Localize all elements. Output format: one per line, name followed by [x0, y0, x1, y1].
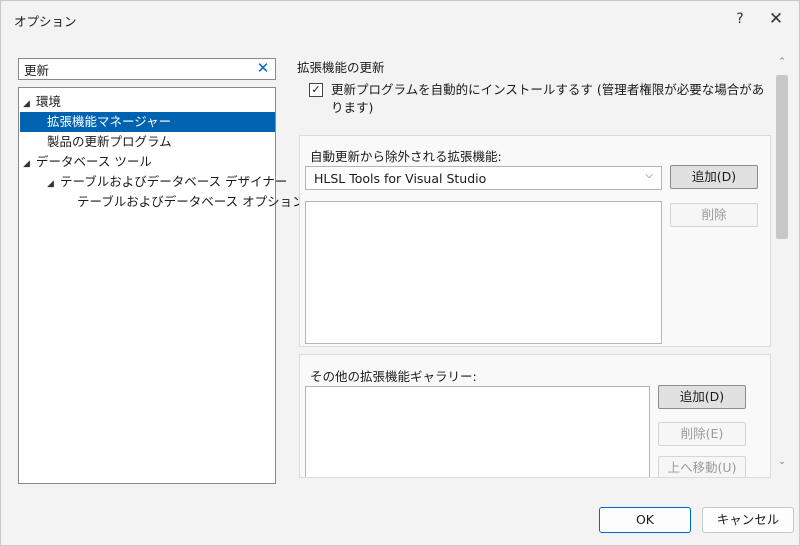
close-icon[interactable]: ✕ [761, 7, 791, 31]
tree-item-label: テーブルおよびデータベース オプション [77, 194, 305, 209]
title-bar: オプション ? ✕ [1, 1, 799, 37]
scroll-down-icon[interactable]: ⌄ [773, 457, 791, 471]
auto-install-checkbox[interactable]: ✓ [309, 83, 323, 97]
help-icon[interactable]: ? [725, 7, 755, 31]
delete-excluded-button[interactable]: 削除 [670, 203, 758, 227]
add-excluded-button[interactable]: 追加(D) [670, 165, 758, 189]
window-title: オプション [14, 14, 77, 29]
tree-item-label: 環境 [36, 94, 62, 109]
options-dialog: オプション ? ✕ ✕ ◢環境 拡張機能マネージャー 製品の更新プログラム ◢デ… [0, 0, 800, 546]
expand-arrow-icon[interactable]: ◢ [23, 154, 36, 174]
section-title: 拡張機能の更新 [297, 60, 385, 75]
chevron-down-icon[interactable]: ⌵ [645, 170, 653, 181]
search-box[interactable]: ✕ [18, 58, 276, 80]
excluded-extensions-label: 自動更新から除外される拡張機能: [310, 149, 502, 164]
expand-arrow-icon[interactable]: ◢ [23, 94, 36, 114]
extension-combo[interactable]: HLSL Tools for Visual Studio ⌵ [305, 166, 662, 190]
extension-galleries-group: その他の拡張機能ギャラリー: 追加(D) 削除(E) 上へ移動(U) [299, 354, 771, 478]
tree-item-environment[interactable]: ◢ 環境 [23, 92, 273, 112]
tree-item-extension-manager[interactable]: 拡張機能マネージャー [20, 112, 275, 132]
options-tree[interactable]: ◢ 環境 拡張機能マネージャー 製品の更新プログラム ◢ データベース ツール ◢ テ… [18, 87, 305, 484]
combo-value: HLSL Tools for Visual Studio [314, 171, 487, 186]
extension-galleries-label: その他の拡張機能ギャラリー: [310, 369, 477, 384]
excluded-extensions-group: 自動更新から除外される拡張機能: HLSL Tools for Visual S… [299, 135, 771, 347]
cancel-button[interactable]: キャンセル [702, 507, 794, 533]
scroll-up-icon[interactable]: ⌃ [773, 57, 791, 71]
tree-item-label: データベース ツール [36, 154, 152, 169]
tree-item-database-tools[interactable]: ◢ データベース ツール [23, 152, 152, 172]
tree-item-table-db-designer[interactable]: ◢ テーブルおよびデータベース デザイナー [47, 172, 287, 192]
delete-gallery-button[interactable]: 削除(E) [658, 422, 746, 446]
search-input[interactable] [24, 61, 244, 77]
add-gallery-button[interactable]: 追加(D) [658, 385, 746, 409]
move-up-gallery-button[interactable]: 上へ移動(U) [658, 456, 746, 477]
ok-button[interactable]: OK [599, 507, 691, 533]
extension-galleries-list[interactable] [305, 386, 650, 477]
tree-item-label: 製品の更新プログラム [47, 134, 172, 149]
tree-item-label: 拡張機能マネージャー [47, 114, 172, 129]
tree-item-label: テーブルおよびデータベース デザイナー [60, 174, 288, 189]
scrollbar-thumb[interactable] [776, 75, 788, 239]
excluded-extensions-list[interactable] [305, 201, 662, 344]
tree-item-product-updates[interactable]: 製品の更新プログラム [47, 132, 172, 152]
clear-search-icon[interactable]: ✕ [254, 58, 272, 78]
expand-arrow-icon[interactable]: ◢ [47, 174, 60, 194]
tree-item-table-db-options[interactable]: テーブルおよびデータベース オプション [77, 192, 305, 212]
auto-install-label: 更新プログラムを自動的にインストールするす (管理者権限が必要な場合があります) [331, 82, 765, 115]
